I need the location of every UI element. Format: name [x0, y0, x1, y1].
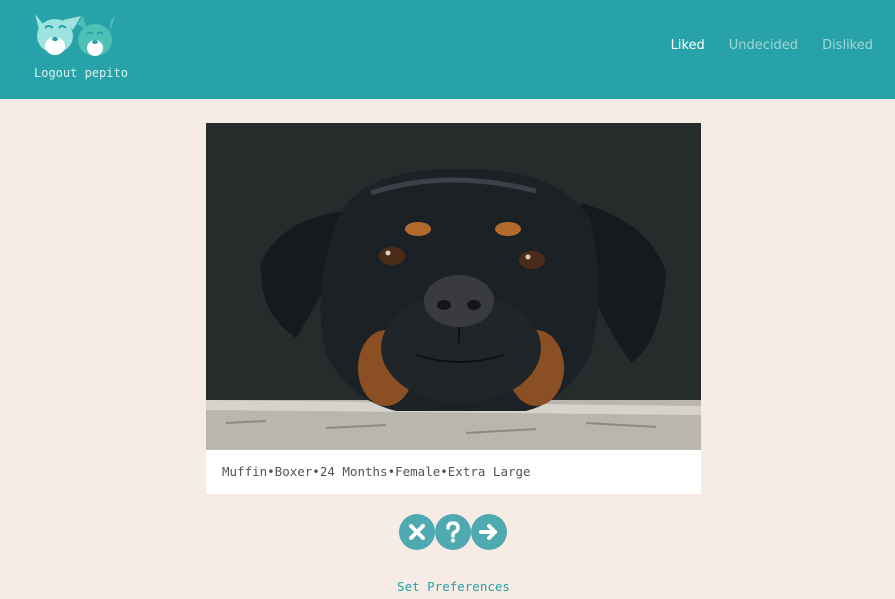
dog-photo	[206, 123, 701, 450]
question-icon	[446, 521, 460, 543]
set-preferences-link[interactable]: Set Preferences	[0, 579, 895, 594]
app-header: Logout pepito Liked Undecided Disliked	[0, 0, 895, 99]
dislike-button[interactable]	[399, 514, 435, 550]
close-icon	[409, 524, 425, 540]
action-buttons	[399, 514, 507, 550]
arrow-right-icon	[479, 524, 497, 540]
dog-caption: Muffin•Boxer•24 Months•Female•Extra Larg…	[222, 464, 531, 479]
nav-disliked[interactable]: Disliked	[822, 38, 873, 53]
nav-undecided[interactable]: Undecided	[729, 38, 798, 53]
logout-link[interactable]: Logout pepito	[34, 66, 128, 80]
like-button[interactable]	[471, 514, 507, 550]
undecided-button[interactable]	[435, 514, 471, 550]
nav-liked[interactable]: Liked	[671, 38, 705, 53]
main-nav: Liked Undecided Disliked	[647, 38, 873, 53]
dog-card: Muffin•Boxer•24 Months•Female•Extra Larg…	[206, 123, 701, 494]
two-dogs-logo-icon[interactable]	[33, 10, 115, 58]
